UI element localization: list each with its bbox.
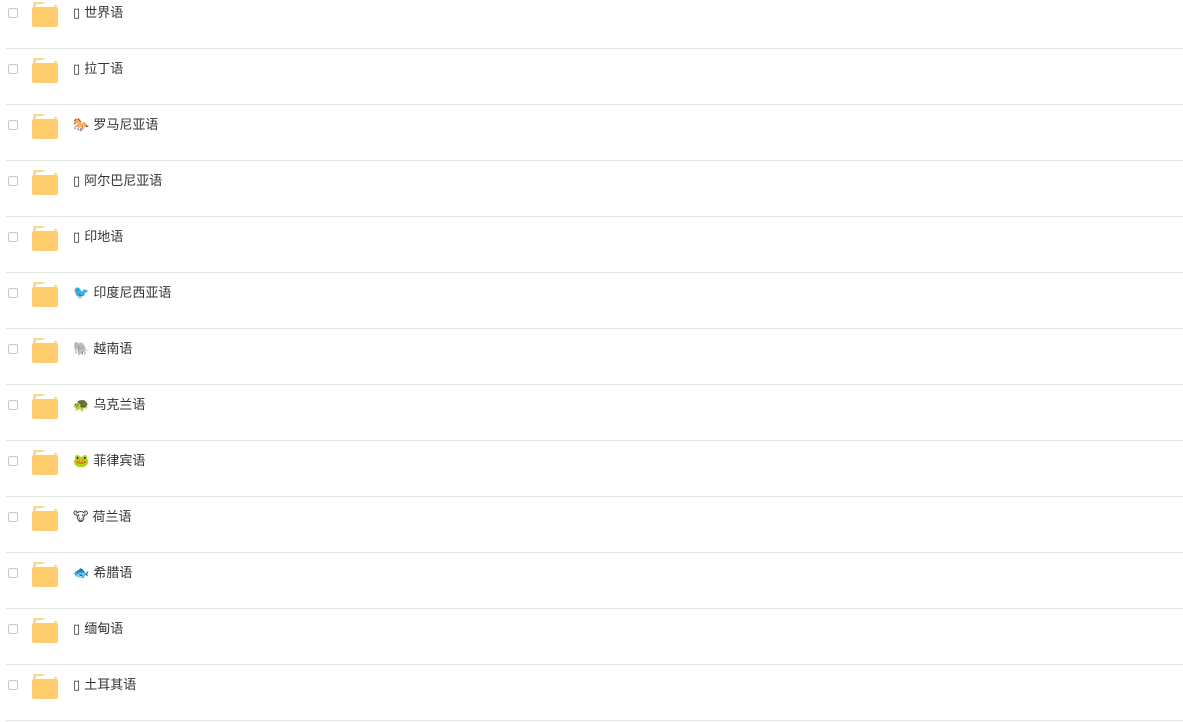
list-item[interactable]: 🐎 罗马尼亚语 bbox=[6, 105, 1183, 161]
select-checkbox[interactable] bbox=[8, 680, 18, 690]
list-item[interactable]: ▯ 世界语 bbox=[6, 0, 1183, 49]
list-item[interactable]: ▯ 土耳其语 bbox=[6, 665, 1183, 721]
frog-icon: 🐸 bbox=[73, 454, 90, 469]
folder-icon bbox=[31, 169, 59, 196]
select-checkbox[interactable] bbox=[8, 568, 18, 578]
select-checkbox[interactable] bbox=[8, 120, 18, 130]
select-checkbox[interactable] bbox=[8, 64, 18, 74]
bird-icon: 🐦 bbox=[73, 286, 90, 301]
folder-icon bbox=[31, 225, 59, 252]
file-name[interactable]: 🐸 菲律宾语 bbox=[73, 454, 145, 470]
file-name[interactable]: 🐘 越南语 bbox=[73, 342, 132, 358]
select-checkbox[interactable] bbox=[8, 288, 18, 298]
select-checkbox[interactable] bbox=[8, 176, 18, 186]
folder-icon bbox=[31, 505, 59, 532]
file-name[interactable]: ▯ 拉丁语 bbox=[73, 62, 123, 78]
folder-icon bbox=[31, 673, 59, 700]
elephant-icon: 🐘 bbox=[73, 342, 90, 357]
list-item[interactable]: 🐢 乌克兰语 bbox=[6, 385, 1183, 441]
file-name[interactable]: 🐢 乌克兰语 bbox=[73, 398, 145, 414]
folder-icon bbox=[31, 337, 59, 364]
select-checkbox[interactable] bbox=[8, 512, 18, 522]
file-name[interactable]: ▯ 缅甸语 bbox=[73, 622, 123, 638]
list-item[interactable]: 🐘 越南语 bbox=[6, 329, 1183, 385]
list-item[interactable]: 🐟 希腊语 bbox=[6, 553, 1183, 609]
folder-icon bbox=[31, 393, 59, 420]
folder-icon bbox=[31, 113, 59, 140]
folder-icon bbox=[31, 449, 59, 476]
folder-icon bbox=[31, 561, 59, 588]
select-checkbox[interactable] bbox=[8, 624, 18, 634]
fish-icon: 🐟 bbox=[73, 566, 90, 581]
file-name[interactable]: ▯ 印地语 bbox=[73, 230, 123, 246]
list-item[interactable]: 🐸 菲律宾语 bbox=[6, 441, 1183, 497]
list-item[interactable]: ▯ 阿尔巴尼亚语 bbox=[6, 161, 1183, 217]
file-list: ▯ 世界语 ▯ 拉丁语 🐎 罗马尼亚语 ▯ 阿尔巴尼亚语 ▯ 印地语 🐦 印度尼… bbox=[0, 0, 1183, 722]
list-item[interactable]: ▯ 拉丁语 bbox=[6, 49, 1183, 105]
select-checkbox[interactable] bbox=[8, 8, 18, 18]
file-name[interactable]: 🐟 希腊语 bbox=[73, 566, 132, 582]
file-name[interactable]: ▯ 土耳其语 bbox=[73, 678, 136, 694]
file-name[interactable]: ▯ 阿尔巴尼亚语 bbox=[73, 174, 162, 190]
folder-icon bbox=[31, 57, 59, 84]
file-name[interactable]: 🐦 印度尼西亚语 bbox=[73, 286, 171, 302]
horse-icon: 🐎 bbox=[73, 118, 90, 133]
select-checkbox[interactable] bbox=[8, 456, 18, 466]
select-checkbox[interactable] bbox=[8, 344, 18, 354]
folder-icon bbox=[31, 281, 59, 308]
file-name[interactable]: ▯ 世界语 bbox=[73, 6, 123, 22]
cow-icon: 🐮 bbox=[73, 510, 89, 525]
file-name[interactable]: 🐮 荷兰语 bbox=[73, 510, 132, 526]
file-name[interactable]: 🐎 罗马尼亚语 bbox=[73, 118, 158, 134]
turtle-icon: 🐢 bbox=[73, 398, 90, 413]
select-checkbox[interactable] bbox=[8, 232, 18, 242]
list-item[interactable]: ▯ 缅甸语 bbox=[6, 609, 1183, 665]
list-item[interactable]: 🐮 荷兰语 bbox=[6, 497, 1183, 553]
select-checkbox[interactable] bbox=[8, 400, 18, 410]
folder-icon bbox=[31, 1, 59, 28]
folder-icon bbox=[31, 617, 59, 644]
list-item[interactable]: ▯ 印地语 bbox=[6, 217, 1183, 273]
list-item[interactable]: 🐦 印度尼西亚语 bbox=[6, 273, 1183, 329]
